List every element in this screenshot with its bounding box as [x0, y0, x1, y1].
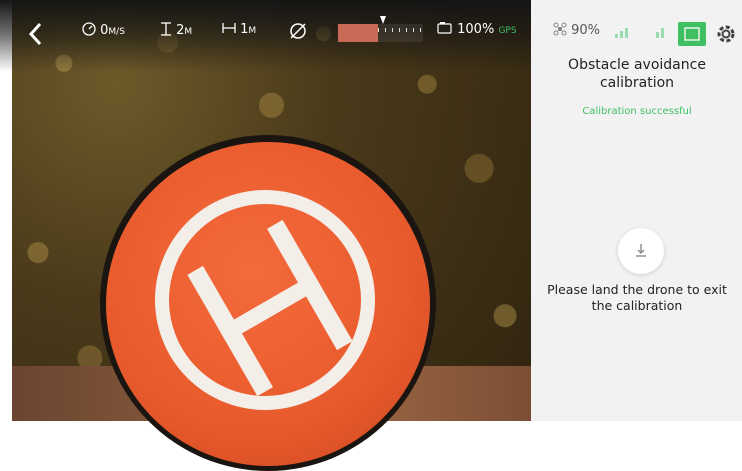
sensor-icon: [684, 27, 700, 41]
panel-title: Obstacle avoidance calibration: [568, 57, 706, 91]
distance-icon: [222, 23, 236, 33]
land-button[interactable]: [618, 228, 664, 274]
compass-strip: [338, 16, 423, 42]
altitude-unit: M: [184, 27, 193, 37]
calibration-status: Calibration successful: [582, 106, 692, 117]
calibration-mode-button[interactable]: [678, 22, 706, 46]
land-icon: [636, 244, 646, 257]
signal-icon: [615, 28, 628, 38]
altitude-icon: [161, 22, 171, 36]
drone-app-screen: 0M/S 2M 1M 100% GPS Obstacle avoidance c…: [0, 0, 742, 471]
compass-ticks: [378, 28, 423, 32]
distance-readout: 1M: [222, 22, 256, 37]
camera-battery-icon: [437, 22, 452, 34]
drone-icon: [553, 22, 567, 36]
camera-battery-readout: 100% GPS: [437, 22, 517, 37]
calibration-panel: Obstacle avoidance calibration Calibrati…: [531, 0, 742, 421]
back-arrow-icon[interactable]: [26, 20, 46, 48]
drone-battery-value: 90%: [571, 23, 601, 38]
speed-unit: M/S: [108, 27, 125, 37]
compass-pointer-icon: [380, 16, 386, 24]
speedometer-icon: [82, 22, 96, 36]
obstacle-avoidance-off-icon[interactable]: [287, 22, 309, 40]
gps-label: GPS: [498, 26, 517, 36]
distance-unit: M: [248, 26, 257, 36]
speed-readout: 0M/S: [82, 22, 125, 38]
compass-heading-marker: [338, 24, 378, 42]
altitude-readout: 2M: [160, 22, 192, 38]
camera-battery-value: 100%: [457, 22, 495, 37]
drone-battery-readout: 90%: [553, 22, 600, 38]
land-instruction: Please land the drone to exit the calibr…: [547, 282, 727, 313]
remote-signal-icon: [656, 28, 664, 38]
settings-gear-icon[interactable]: [715, 23, 737, 45]
